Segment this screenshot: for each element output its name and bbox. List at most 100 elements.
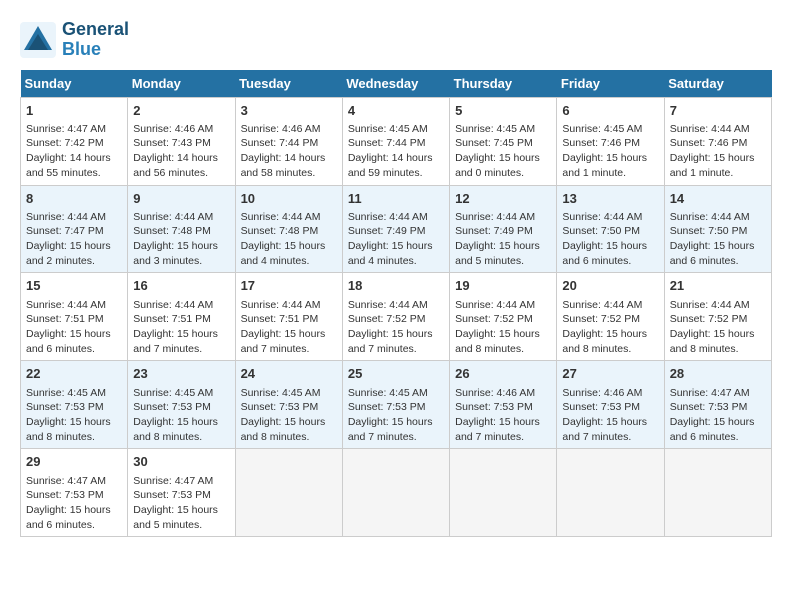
calendar-day-cell: 18 Sunrise: 4:44 AMSunset: 7:52 PMDayligh…	[342, 273, 449, 361]
day-number: 24	[241, 365, 337, 383]
day-info: Sunrise: 4:45 AMSunset: 7:53 PMDaylight:…	[26, 386, 122, 445]
logo-blue: Blue	[62, 40, 129, 60]
day-info: Sunrise: 4:46 AMSunset: 7:53 PMDaylight:…	[455, 386, 551, 445]
calendar-day-cell: 21 Sunrise: 4:44 AMSunset: 7:52 PMDayligh…	[664, 273, 771, 361]
calendar-day-cell: 29 Sunrise: 4:47 AMSunset: 7:53 PMDayligh…	[21, 449, 128, 537]
calendar-day-cell: 28 Sunrise: 4:47 AMSunset: 7:53 PMDayligh…	[664, 361, 771, 449]
day-info: Sunrise: 4:47 AMSunset: 7:53 PMDaylight:…	[133, 474, 229, 533]
calendar-day-cell: 26 Sunrise: 4:46 AMSunset: 7:53 PMDayligh…	[450, 361, 557, 449]
logo-general: General	[62, 20, 129, 40]
calendar-day-cell: 30Sunrise: 4:47 AMSunset: 7:53 PMDayligh…	[128, 449, 235, 537]
logo-icon	[20, 22, 56, 58]
calendar-day-cell: 5 Sunrise: 4:45 AMSunset: 7:45 PMDaylight…	[450, 97, 557, 185]
calendar-day-cell: 2 Sunrise: 4:46 AMSunset: 7:43 PMDaylight…	[128, 97, 235, 185]
day-number: 9	[133, 190, 229, 208]
day-info: Sunrise: 4:44 AMSunset: 7:47 PMDaylight:…	[26, 210, 122, 269]
day-number: 2	[133, 102, 229, 120]
day-info: Sunrise: 4:44 AMSunset: 7:49 PMDaylight:…	[348, 210, 444, 269]
day-info: Sunrise: 4:44 AMSunset: 7:46 PMDaylight:…	[670, 122, 766, 181]
calendar-week-row: 29 Sunrise: 4:47 AMSunset: 7:53 PMDayligh…	[21, 449, 772, 537]
day-number: 23	[133, 365, 229, 383]
calendar-day-cell: 20 Sunrise: 4:44 AMSunset: 7:52 PMDayligh…	[557, 273, 664, 361]
day-info: Sunrise: 4:45 AMSunset: 7:53 PMDaylight:…	[348, 386, 444, 445]
day-info: Sunrise: 4:44 AMSunset: 7:52 PMDaylight:…	[670, 298, 766, 357]
calendar-day-cell	[664, 449, 771, 537]
day-info: Sunrise: 4:47 AMSunset: 7:42 PMDaylight:…	[26, 122, 122, 181]
calendar-day-cell: 16Sunrise: 4:44 AMSunset: 7:51 PMDayligh…	[128, 273, 235, 361]
day-of-week-header: Thursday	[450, 70, 557, 98]
calendar-week-row: 1Sunrise: 4:47 AMSunset: 7:42 PMDaylight…	[21, 97, 772, 185]
calendar-week-row: 15 Sunrise: 4:44 AMSunset: 7:51 PMDayligh…	[21, 273, 772, 361]
day-of-week-header: Wednesday	[342, 70, 449, 98]
day-number: 14	[670, 190, 766, 208]
calendar-day-cell: 6 Sunrise: 4:45 AMSunset: 7:46 PMDaylight…	[557, 97, 664, 185]
day-number: 6	[562, 102, 658, 120]
day-of-week-header: Sunday	[21, 70, 128, 98]
day-info: Sunrise: 4:44 AMSunset: 7:49 PMDaylight:…	[455, 210, 551, 269]
day-number: 17	[241, 277, 337, 295]
day-info: Sunrise: 4:47 AMSunset: 7:53 PMDaylight:…	[26, 474, 122, 533]
day-info: Sunrise: 4:44 AMSunset: 7:52 PMDaylight:…	[562, 298, 658, 357]
day-info: Sunrise: 4:44 AMSunset: 7:50 PMDaylight:…	[562, 210, 658, 269]
calendar-day-cell: 3 Sunrise: 4:46 AMSunset: 7:44 PMDaylight…	[235, 97, 342, 185]
day-number: 11	[348, 190, 444, 208]
calendar-day-cell	[450, 449, 557, 537]
day-number: 22	[26, 365, 122, 383]
day-number: 25	[348, 365, 444, 383]
day-info: Sunrise: 4:44 AMSunset: 7:48 PMDaylight:…	[133, 210, 229, 269]
day-info: Sunrise: 4:46 AMSunset: 7:44 PMDaylight:…	[241, 122, 337, 181]
day-number: 5	[455, 102, 551, 120]
calendar-day-cell	[557, 449, 664, 537]
calendar-day-cell: 11 Sunrise: 4:44 AMSunset: 7:49 PMDayligh…	[342, 185, 449, 273]
calendar-table: SundayMondayTuesdayWednesdayThursdayFrid…	[20, 70, 772, 538]
day-number: 26	[455, 365, 551, 383]
calendar-day-cell: 9 Sunrise: 4:44 AMSunset: 7:48 PMDaylight…	[128, 185, 235, 273]
calendar-day-cell	[342, 449, 449, 537]
page-header: General Blue	[20, 20, 772, 60]
day-info: Sunrise: 4:44 AMSunset: 7:52 PMDaylight:…	[348, 298, 444, 357]
day-info: Sunrise: 4:45 AMSunset: 7:53 PMDaylight:…	[133, 386, 229, 445]
day-info: Sunrise: 4:45 AMSunset: 7:45 PMDaylight:…	[455, 122, 551, 181]
logo-text: General Blue	[62, 20, 129, 60]
day-info: Sunrise: 4:44 AMSunset: 7:51 PMDaylight:…	[241, 298, 337, 357]
day-info: Sunrise: 4:46 AMSunset: 7:43 PMDaylight:…	[133, 122, 229, 181]
day-of-week-header: Tuesday	[235, 70, 342, 98]
day-info: Sunrise: 4:44 AMSunset: 7:51 PMDaylight:…	[26, 298, 122, 357]
day-of-week-header: Friday	[557, 70, 664, 98]
calendar-week-row: 22 Sunrise: 4:45 AMSunset: 7:53 PMDayligh…	[21, 361, 772, 449]
day-info: Sunrise: 4:44 AMSunset: 7:48 PMDaylight:…	[241, 210, 337, 269]
day-number: 28	[670, 365, 766, 383]
day-number: 10	[241, 190, 337, 208]
day-number: 16	[133, 277, 229, 295]
calendar-day-cell: 7Sunrise: 4:44 AMSunset: 7:46 PMDaylight…	[664, 97, 771, 185]
calendar-day-cell: 13Sunrise: 4:44 AMSunset: 7:50 PMDayligh…	[557, 185, 664, 273]
day-number: 8	[26, 190, 122, 208]
day-number: 21	[670, 277, 766, 295]
day-info: Sunrise: 4:46 AMSunset: 7:53 PMDaylight:…	[562, 386, 658, 445]
calendar-day-cell: 1Sunrise: 4:47 AMSunset: 7:42 PMDaylight…	[21, 97, 128, 185]
calendar-day-cell: 4Sunrise: 4:45 AMSunset: 7:44 PMDaylight…	[342, 97, 449, 185]
calendar-day-cell: 25 Sunrise: 4:45 AMSunset: 7:53 PMDayligh…	[342, 361, 449, 449]
day-number: 19	[455, 277, 551, 295]
day-number: 29	[26, 453, 122, 471]
calendar-day-cell: 22 Sunrise: 4:45 AMSunset: 7:53 PMDayligh…	[21, 361, 128, 449]
calendar-day-cell: 24Sunrise: 4:45 AMSunset: 7:53 PMDayligh…	[235, 361, 342, 449]
day-of-week-row: SundayMondayTuesdayWednesdayThursdayFrid…	[21, 70, 772, 98]
day-number: 3	[241, 102, 337, 120]
calendar-day-cell: 8 Sunrise: 4:44 AMSunset: 7:47 PMDaylight…	[21, 185, 128, 273]
day-info: Sunrise: 4:45 AMSunset: 7:44 PMDaylight:…	[348, 122, 444, 181]
day-number: 18	[348, 277, 444, 295]
day-number: 12	[455, 190, 551, 208]
calendar-day-cell: 27 Sunrise: 4:46 AMSunset: 7:53 PMDayligh…	[557, 361, 664, 449]
calendar-day-cell: 17 Sunrise: 4:44 AMSunset: 7:51 PMDayligh…	[235, 273, 342, 361]
day-number: 27	[562, 365, 658, 383]
day-info: Sunrise: 4:45 AMSunset: 7:46 PMDaylight:…	[562, 122, 658, 181]
day-info: Sunrise: 4:47 AMSunset: 7:53 PMDaylight:…	[670, 386, 766, 445]
day-number: 15	[26, 277, 122, 295]
calendar-day-cell: 10 Sunrise: 4:44 AMSunset: 7:48 PMDayligh…	[235, 185, 342, 273]
day-info: Sunrise: 4:44 AMSunset: 7:50 PMDaylight:…	[670, 210, 766, 269]
day-number: 20	[562, 277, 658, 295]
calendar-day-cell: 15 Sunrise: 4:44 AMSunset: 7:51 PMDayligh…	[21, 273, 128, 361]
calendar-day-cell: 23 Sunrise: 4:45 AMSunset: 7:53 PMDayligh…	[128, 361, 235, 449]
logo: General Blue	[20, 20, 129, 60]
